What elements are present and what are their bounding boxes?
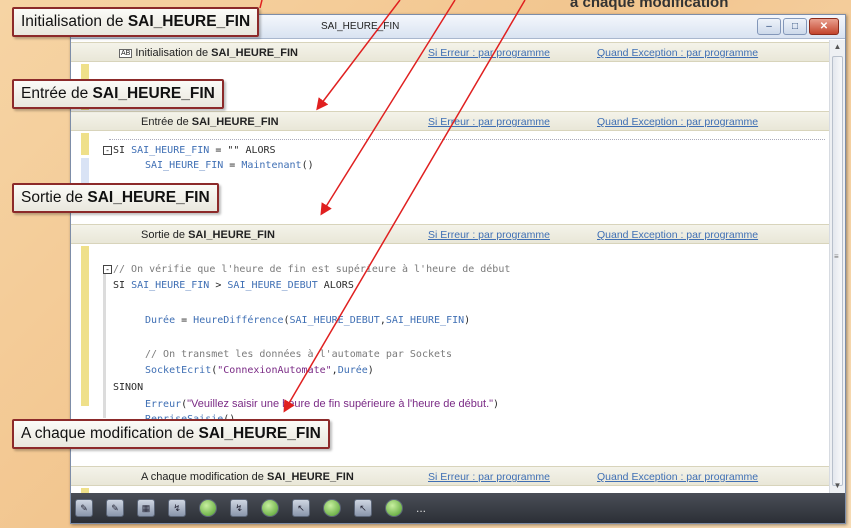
callout-prefix: Sortie de: [21, 189, 88, 206]
exception-mode-link[interactable]: Quand Exception : par programme: [597, 229, 758, 241]
section-label: Entrée de SAI_HEURE_FIN: [141, 116, 279, 128]
event-icon[interactable]: ↯: [168, 499, 186, 517]
code-line: SI SAI_HEURE_FIN > SAI_HEURE_DEBUT ALORS: [113, 280, 354, 291]
code-line: Durée = HeureDifférence(SAI_HEURE_DEBUT,…: [145, 315, 471, 326]
arrow-initialisation: [259, 0, 263, 9]
section-prefix: Sortie de: [141, 229, 189, 241]
green-event-2-icon[interactable]: [261, 499, 279, 517]
section-field-name: SAI_HEURE_FIN: [266, 471, 354, 483]
callout-field-name: SAI_HEURE_FIN: [198, 425, 321, 442]
section-header-initialisation: AB Initialisation de SAI_HEURE_FIN Si Err…: [71, 42, 829, 62]
cursor-event-2-icon[interactable]: ↖: [354, 499, 372, 517]
error-mode-link[interactable]: Si Erreur : par programme: [428, 47, 550, 59]
section-label: A chaque modification de SAI_HEURE_FIN: [141, 471, 354, 483]
change-marker: [81, 158, 89, 186]
code-line: SINON: [113, 382, 144, 393]
section-prefix: Entrée de: [141, 116, 192, 128]
change-marker: [81, 246, 89, 406]
exception-mode-link[interactable]: Quand Exception : par programme: [597, 116, 758, 128]
green-cursor-icon[interactable]: [323, 499, 341, 517]
callout-prefix: A chaque modification de: [21, 425, 199, 442]
section-prefix: Initialisation de: [135, 47, 212, 59]
code-line: SAI_HEURE_FIN = Maintenant(): [145, 160, 314, 171]
window-title: SAI_HEURE_FIN: [321, 21, 400, 32]
section-label: AB Initialisation de SAI_HEURE_FIN: [119, 47, 298, 59]
scroll-up-icon[interactable]: ▲: [830, 40, 845, 54]
fold-toggle[interactable]: -: [103, 146, 112, 155]
code-line: SI SAI_HEURE_FIN = "" ALORS: [113, 145, 276, 156]
section-label: Sortie de SAI_HEURE_FIN: [141, 229, 275, 241]
scroll-thumb[interactable]: [832, 56, 843, 486]
cursor-event-icon[interactable]: ↖: [292, 499, 310, 517]
fold-toggle[interactable]: -: [103, 265, 112, 274]
minimize-button[interactable]: –: [757, 18, 781, 35]
green-event-icon[interactable]: [199, 499, 217, 517]
callout-prefix: Entrée de: [21, 85, 93, 102]
maximize-button[interactable]: □: [783, 18, 807, 35]
window-icon[interactable]: ▦: [137, 499, 155, 517]
section-field-name: SAI_HEURE_FIN: [191, 116, 279, 128]
vertical-scrollbar[interactable]: ▲ ≡ ▼: [829, 40, 845, 493]
code-comment: // On transmet les données à l'automate …: [145, 349, 453, 360]
separator: [109, 139, 825, 140]
event-2-icon[interactable]: ↯: [230, 499, 248, 517]
code-view-icon[interactable]: ✎: [75, 499, 93, 517]
top-caption: à chaque modification: [570, 0, 729, 11]
error-mode-link[interactable]: Si Erreur : par programme: [428, 471, 550, 483]
callout-modification: A chaque modification de SAI_HEURE_FIN: [12, 419, 330, 449]
code-line: SocketEcrit("ConnexionAutomate",Durée): [145, 365, 374, 376]
exception-mode-link[interactable]: Quand Exception : par programme: [597, 471, 758, 483]
callout-field-name: SAI_HEURE_FIN: [87, 189, 210, 206]
section-header-entree: Entrée de SAI_HEURE_FIN Si Erreur : par …: [71, 111, 829, 131]
close-button[interactable]: ✕: [809, 18, 839, 35]
callout-sortie: Sortie de SAI_HEURE_FIN: [12, 183, 219, 213]
code-line: Erreur("Veuillez saisir une heure de fin…: [145, 398, 500, 410]
more-icons[interactable]: ...: [416, 501, 426, 515]
section-header-sortie: Sortie de SAI_HEURE_FIN Si Erreur : par …: [71, 224, 829, 244]
section-field-name: SAI_HEURE_FIN: [211, 47, 298, 59]
callout-entree: Entrée de SAI_HEURE_FIN: [12, 79, 224, 109]
callout-field-name: SAI_HEURE_FIN: [127, 13, 251, 30]
bottom-toolbar: ✎ ✎ ▦ ↯ ↯ ↖ ↖ ...: [71, 493, 845, 523]
window-controls: – □ ✕: [757, 18, 839, 35]
scroll-grip-icon: ≡: [834, 252, 839, 261]
callout-initialisation: Initialisation de SAI_HEURE_FIN: [12, 7, 260, 37]
error-mode-link[interactable]: Si Erreur : par programme: [428, 116, 550, 128]
error-mode-link[interactable]: Si Erreur : par programme: [428, 229, 550, 241]
change-marker: [81, 133, 89, 155]
section-header-modification: A chaque modification de SAI_HEURE_FIN S…: [71, 466, 829, 486]
green-event-3-icon[interactable]: [385, 499, 403, 517]
section-prefix: A chaque modification de: [141, 471, 267, 483]
code-comment: // On vérifie que l'heure de fin est sup…: [113, 264, 511, 275]
code-edit-icon[interactable]: ✎: [106, 499, 124, 517]
callout-field-name: SAI_HEURE_FIN: [92, 85, 215, 102]
callout-prefix: Initialisation de: [21, 13, 128, 30]
scroll-down-icon[interactable]: ▼: [830, 479, 845, 493]
section-field-name: SAI_HEURE_FIN: [188, 229, 275, 241]
exception-mode-link[interactable]: Quand Exception : par programme: [597, 47, 758, 59]
block-line: [103, 268, 106, 418]
ab-icon: AB: [119, 49, 133, 58]
